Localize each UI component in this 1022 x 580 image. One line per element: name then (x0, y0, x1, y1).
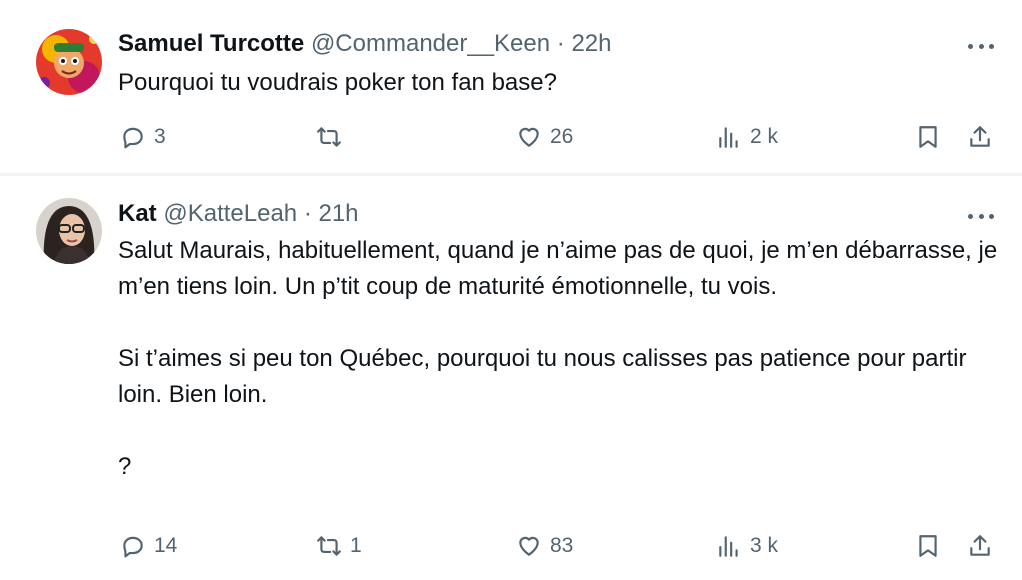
tweet-header: Kat @KatteLeah · 21h (118, 199, 359, 229)
separator: · (556, 30, 565, 57)
reply-count: 3 (154, 125, 166, 148)
bookmark-button[interactable] (915, 531, 941, 561)
tweet-text: Pourquoi tu voudrais poker ton fan base? (118, 69, 557, 96)
views-icon (719, 536, 738, 557)
display-name[interactable]: Samuel Turcotte (118, 30, 304, 57)
views-button[interactable]: 3 k (716, 531, 778, 561)
retweet-button[interactable]: 1 (316, 531, 362, 561)
share-icon (970, 126, 990, 147)
reply-icon (123, 127, 143, 149)
timestamp[interactable]: 22h (571, 30, 611, 57)
heart-icon (519, 127, 539, 147)
tweet[interactable]: Kat @KatteLeah · 21h Salut Maurais, habi… (0, 176, 1022, 580)
bookmark-icon (919, 535, 937, 557)
timestamp[interactable]: 21h (318, 200, 358, 227)
action-bar: 3 26 2 k (0, 122, 1022, 152)
reply-button[interactable]: 14 (120, 531, 177, 561)
user-handle[interactable]: @Commander__Keen (311, 30, 550, 57)
views-button[interactable]: 2 k (716, 122, 778, 152)
reply-icon (123, 536, 143, 558)
view-count: 3 k (750, 534, 779, 557)
retweet-count: 1 (350, 534, 362, 557)
like-count: 83 (550, 534, 574, 557)
view-count: 2 k (750, 125, 779, 148)
tweet-text: Salut Maurais, habituellement, quand je … (118, 237, 998, 480)
like-button[interactable]: 26 (516, 122, 573, 152)
avatar[interactable] (36, 29, 102, 95)
views-icon (719, 127, 738, 148)
user-handle[interactable]: @KatteLeah (163, 200, 297, 227)
like-count: 26 (550, 125, 574, 148)
retweet-icon (317, 127, 341, 147)
display-name[interactable]: Kat (118, 200, 157, 227)
tweet-header: Samuel Turcotte @Commander__Keen · 22h (118, 29, 611, 59)
share-icon (970, 535, 990, 556)
share-button[interactable] (967, 531, 993, 561)
bookmark-icon (919, 126, 937, 148)
separator: · (303, 200, 312, 227)
action-bar: 14 1 83 3 k (0, 531, 1022, 561)
avatar[interactable] (36, 198, 102, 264)
share-button[interactable] (967, 122, 993, 152)
reply-button[interactable]: 3 (120, 122, 166, 152)
retweet-icon (317, 536, 341, 556)
bookmark-button[interactable] (915, 122, 941, 152)
more-horizontal-icon[interactable] (968, 42, 994, 50)
heart-icon (519, 536, 539, 556)
tweet[interactable]: Samuel Turcotte @Commander__Keen · 22h P… (0, 0, 1022, 173)
like-button[interactable]: 83 (516, 531, 573, 561)
more-horizontal-icon[interactable] (968, 212, 994, 220)
reply-count: 14 (154, 534, 178, 557)
retweet-button[interactable] (316, 122, 350, 152)
